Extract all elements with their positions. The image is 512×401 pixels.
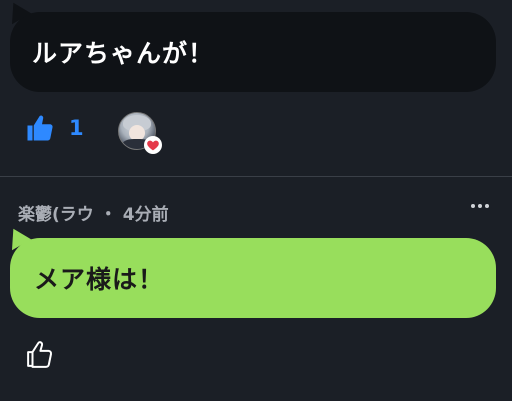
message-text-1: ルアちゃんが！: [32, 39, 215, 68]
like-button-1[interactable]: 1: [25, 113, 84, 143]
more-horizontal-icon: [471, 204, 475, 208]
message-text-2: メア様は！: [34, 265, 165, 294]
divider: [0, 176, 512, 177]
more-options-button[interactable]: [471, 204, 489, 208]
message-bubble-2[interactable]: メア様は！: [2, 223, 496, 318]
thumbs-up-filled-icon: [27, 115, 53, 141]
chat-thread: ルアちゃんが！ 1 楽鬱(ラウ ・ 4分前 メア様は！: [0, 0, 512, 401]
reaction-heart-badge: [144, 136, 162, 154]
message-bubble-1[interactable]: ルアちゃんが！: [2, 0, 496, 92]
like-button-2[interactable]: [25, 339, 55, 373]
author-name[interactable]: 楽鬱(ラウ: [18, 200, 94, 225]
bubble-tail: [2, 0, 32, 25]
heart-icon: [147, 140, 159, 151]
message-meta-2: 楽鬱(ラウ ・ 4分前: [18, 200, 169, 225]
like-count-1: 1: [69, 116, 84, 140]
thumbs-up-outline-icon: [27, 341, 53, 368]
timestamp: 4分前: [122, 205, 169, 225]
meta-separator: ・: [99, 205, 117, 225]
bubble-tail: [2, 223, 32, 251]
